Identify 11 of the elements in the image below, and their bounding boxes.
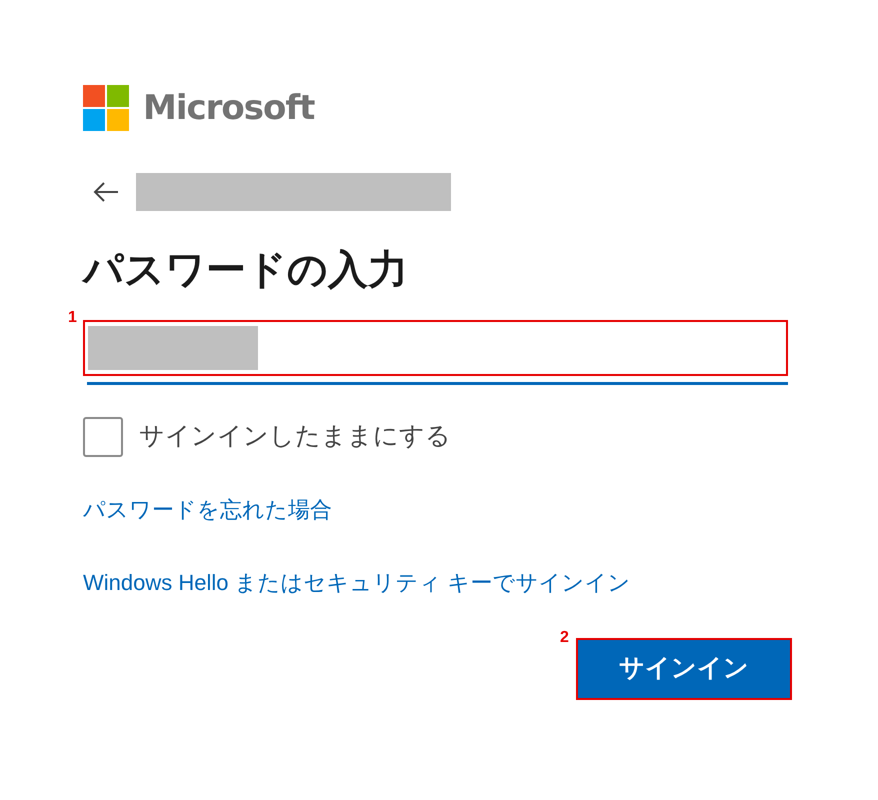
logo-icon xyxy=(83,85,129,131)
checkbox[interactable] xyxy=(83,417,123,457)
checkbox-label: サインインしたままにする xyxy=(139,421,451,452)
annotation-number: 1 xyxy=(68,308,77,328)
password-field[interactable] xyxy=(83,320,788,376)
annotation-number: 2 xyxy=(560,628,569,648)
page-heading: パスワードの入力 xyxy=(83,247,409,294)
logo-text: Microsoft xyxy=(143,86,314,130)
sign-in-button[interactable]: サインイン xyxy=(576,638,792,700)
text-link[interactable]: Windows Hello またはセキュリティ キーでサインイン xyxy=(83,568,631,598)
text-link[interactable]: パスワードを忘れた場合 xyxy=(83,495,332,525)
